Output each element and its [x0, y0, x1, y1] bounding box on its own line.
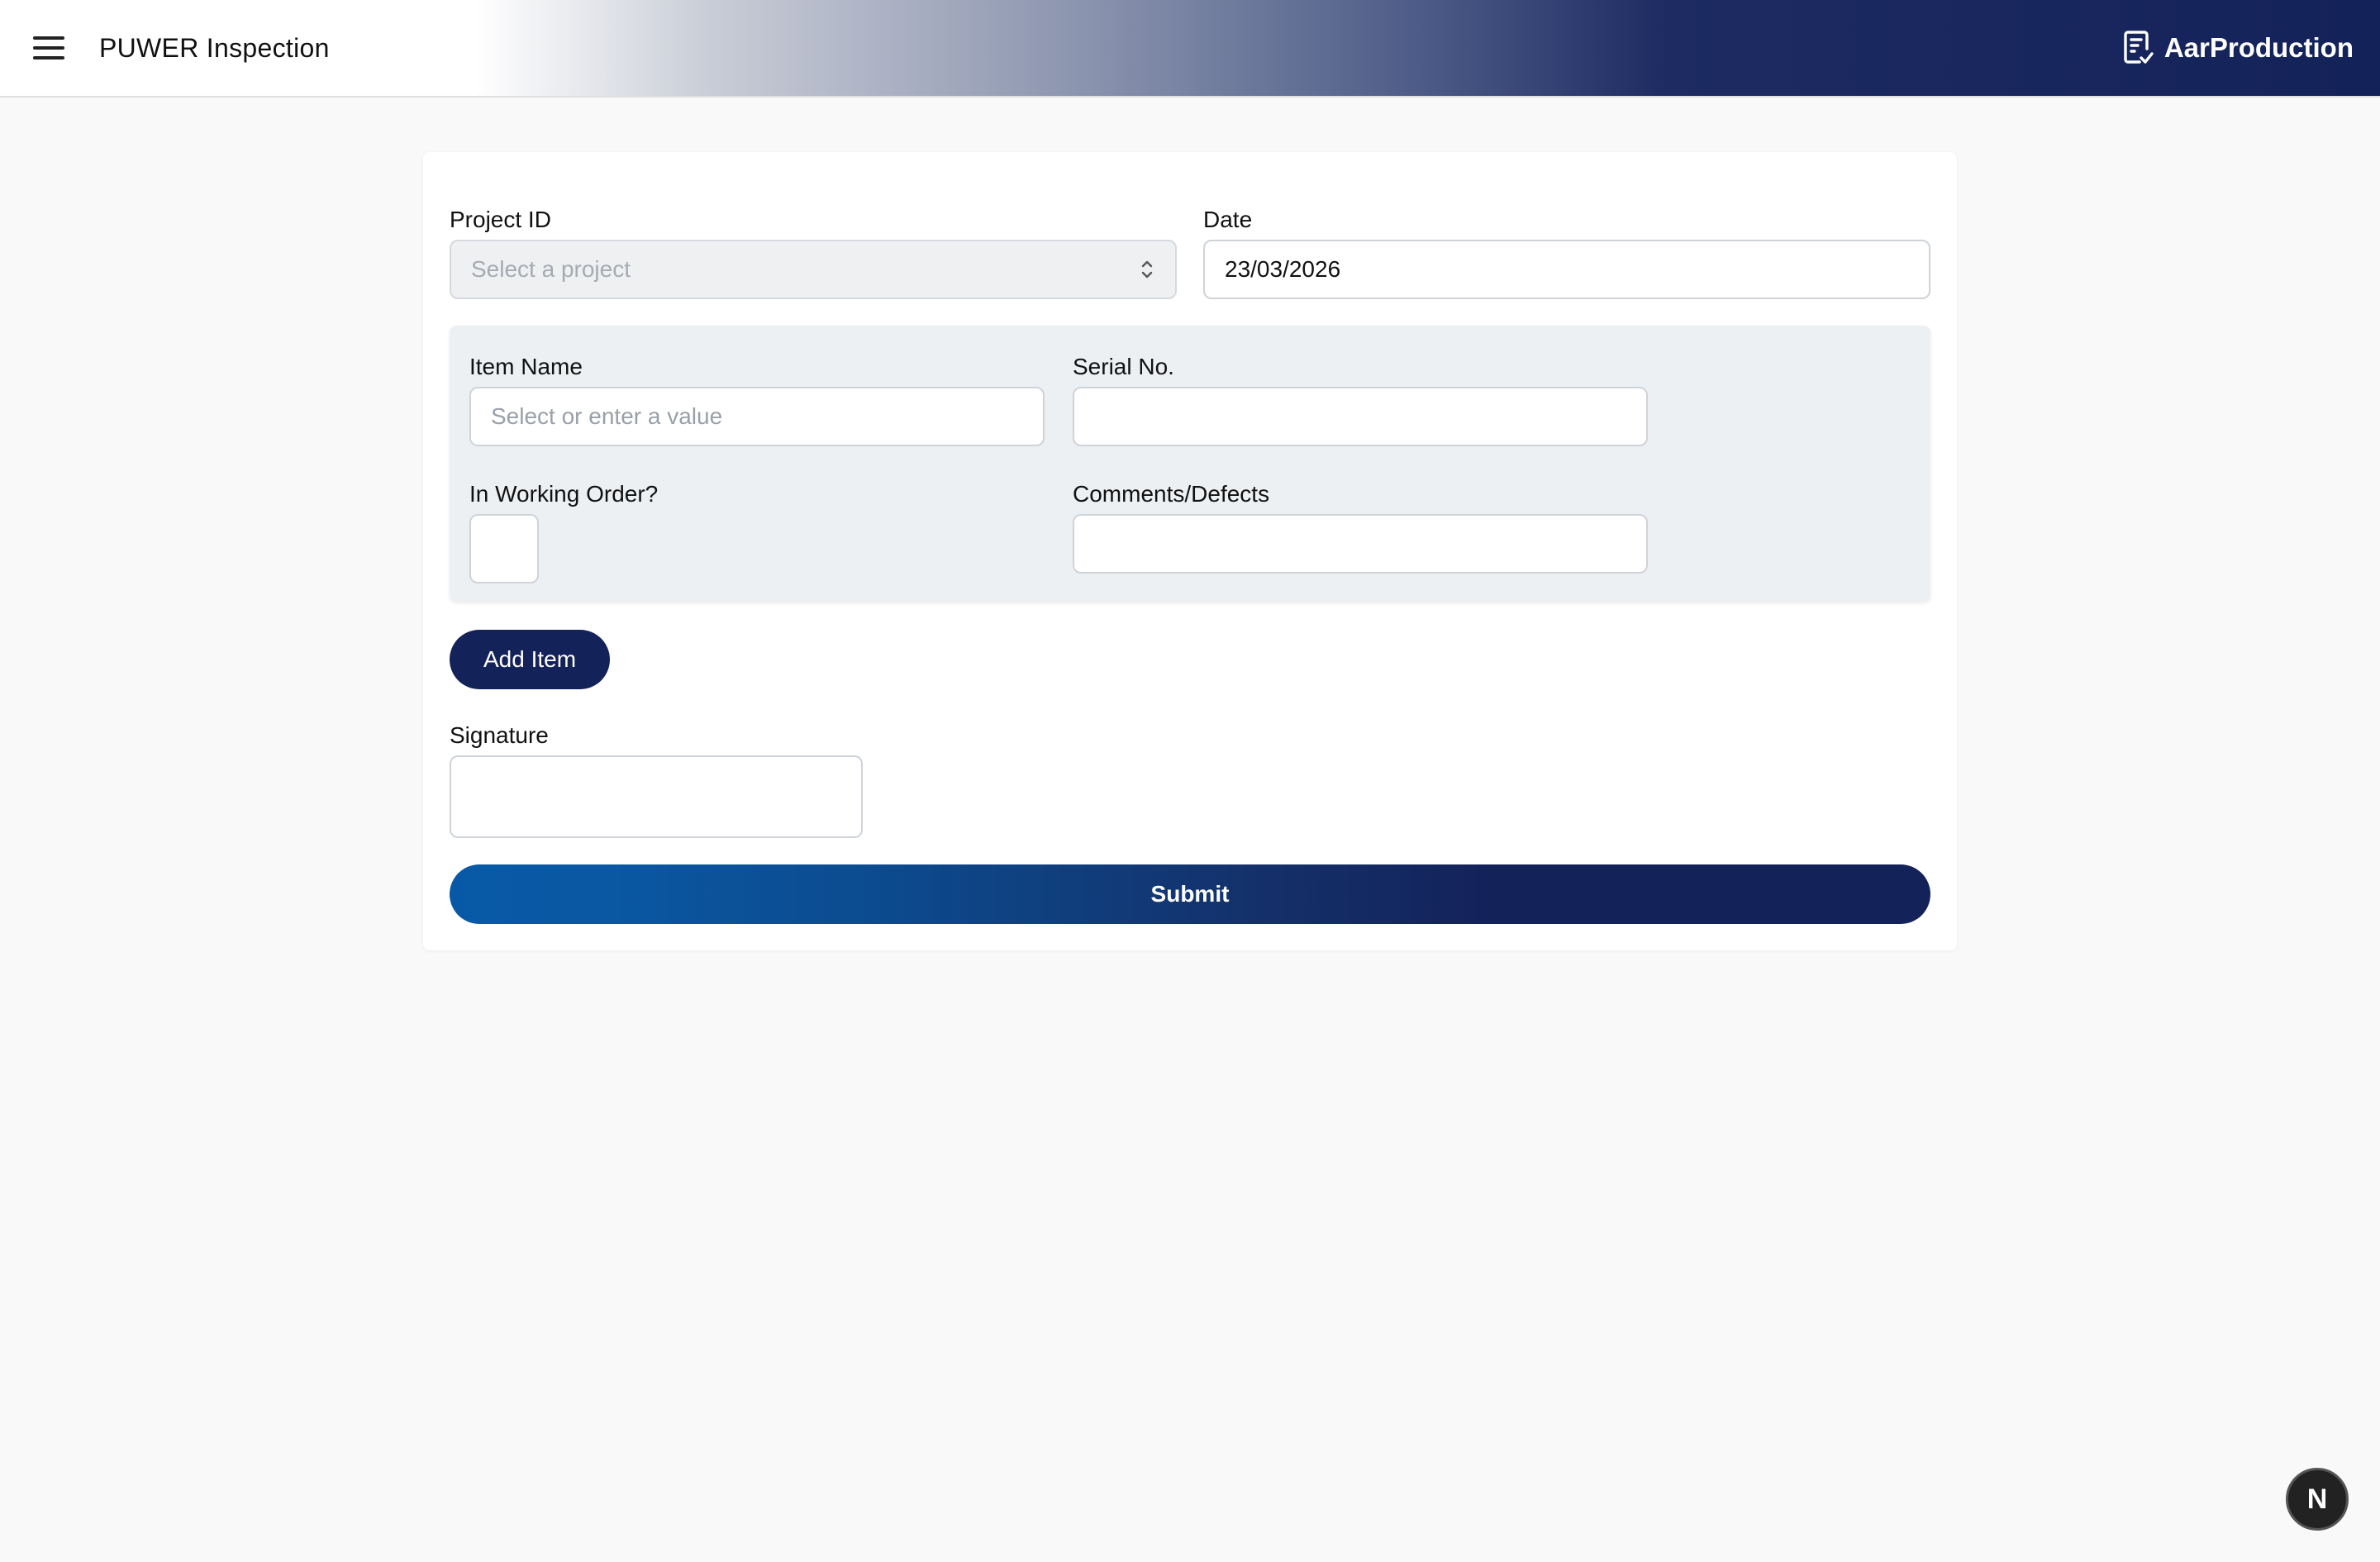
brand-logo[interactable]: AarProduction: [2123, 28, 2354, 68]
serial-no-label: Serial No.: [1073, 354, 1174, 379]
serial-no-input[interactable]: [1073, 387, 1648, 446]
date-value: 23/03/2026: [1225, 256, 1341, 282]
item-entry-panel: Item Name Select or enter a value Serial…: [450, 326, 1930, 602]
in-working-order-label: In Working Order?: [469, 481, 659, 507]
comments-defects-label: Comments/Defects: [1073, 481, 1270, 507]
top-app-bar: PUWER Inspection AarProduction: [0, 0, 2380, 98]
add-item-button[interactable]: Add Item: [450, 630, 610, 689]
item-name-combobox[interactable]: Select or enter a value: [469, 387, 1045, 446]
clipboard-check-icon: [2124, 31, 2154, 64]
signature-pad[interactable]: [450, 755, 863, 838]
date-input[interactable]: 23/03/2026: [1203, 240, 1930, 299]
item-name-placeholder: Select or enter a value: [491, 403, 723, 429]
date-label: Date: [1203, 207, 1253, 232]
nextjs-logo-icon[interactable]: N: [2286, 1468, 2349, 1531]
item-name-label: Item Name: [469, 354, 583, 379]
project-id-label: Project ID: [450, 207, 551, 232]
submit-button[interactable]: Submit: [450, 864, 1930, 924]
fab-label: N: [2306, 1483, 2328, 1515]
inspection-form-card: Project ID Select a project Date 23/03/2…: [423, 152, 1957, 950]
brand-name: AarProduction: [2163, 32, 2354, 63]
app-title: PUWER Inspection: [99, 33, 330, 63]
comments-defects-input[interactable]: [1073, 514, 1648, 574]
in-working-order-checkbox[interactable]: [469, 514, 539, 583]
chevron-up-down-icon: [1141, 260, 1153, 279]
project-id-select[interactable]: Select a project: [450, 240, 1177, 299]
hamburger-menu-icon[interactable]: [33, 35, 66, 61]
signature-label: Signature: [450, 722, 549, 748]
project-id-placeholder: Select a project: [471, 256, 631, 282]
